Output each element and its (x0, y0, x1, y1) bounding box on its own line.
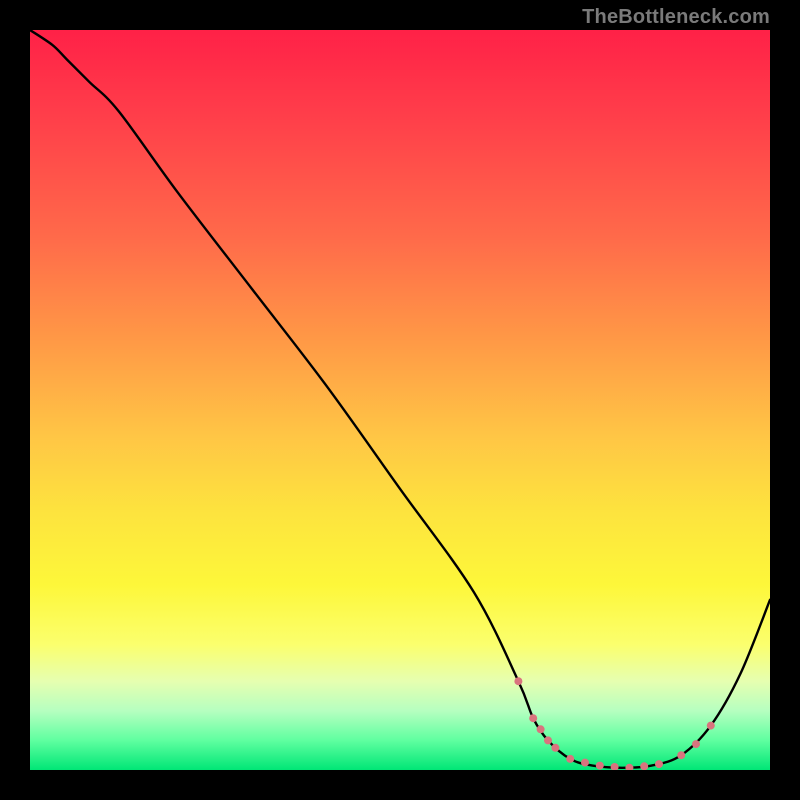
plot-area (30, 30, 770, 770)
attribution-label: TheBottleneck.com (582, 6, 770, 29)
chart-frame: TheBottleneck.com (0, 0, 800, 800)
